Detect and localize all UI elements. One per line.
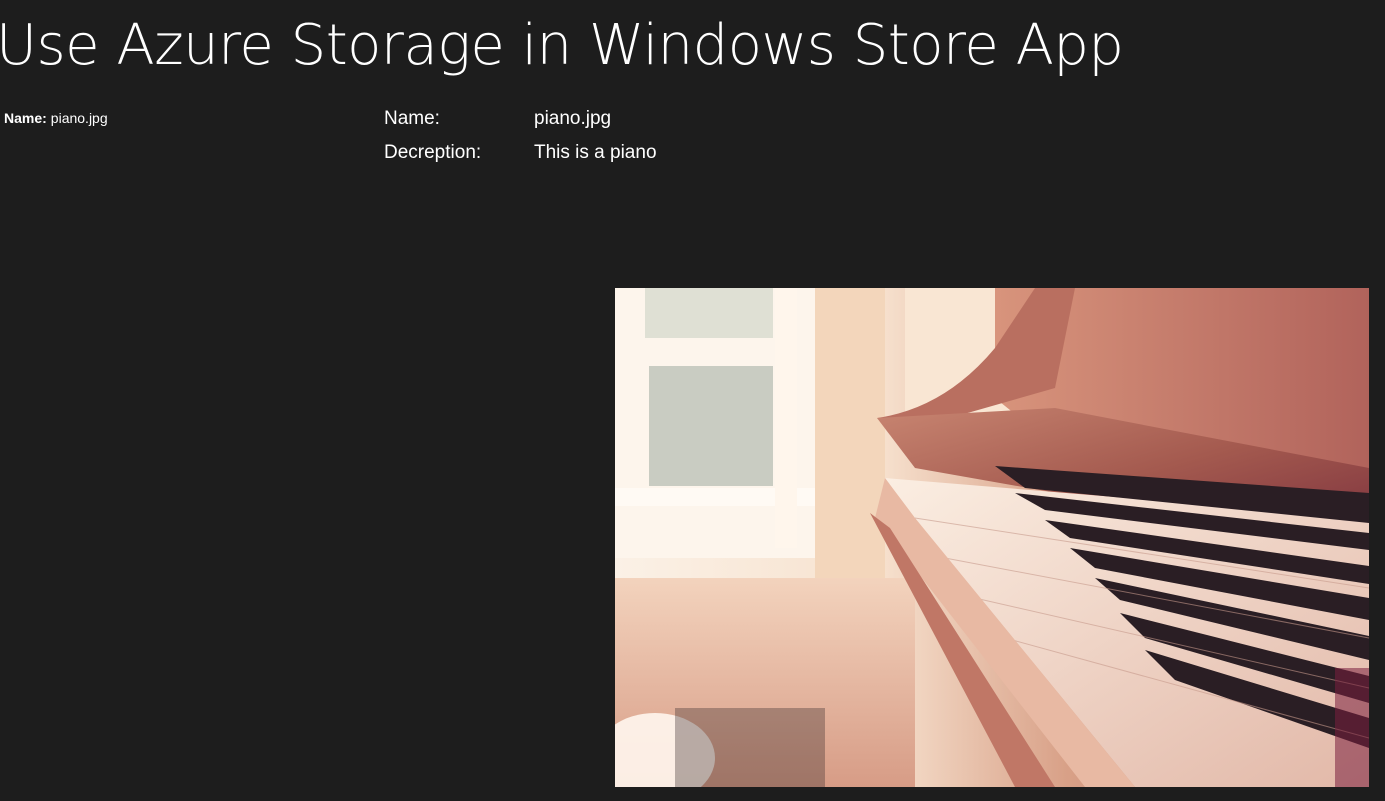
piano-image	[615, 288, 1369, 787]
blob-list: Name: piano.jpg	[0, 104, 360, 132]
name-label: Name:	[384, 108, 440, 129]
name-value: piano.jpg	[534, 108, 612, 129]
detail-row-description: Decreption: This is a piano	[384, 136, 657, 170]
details-panel: Name: piano.jpg Decreption: This is a pi…	[384, 102, 657, 170]
app-page: Use Azure Storage in Windows Store App N…	[0, 0, 1385, 801]
list-item[interactable]: Name: piano.jpg	[0, 104, 360, 132]
detail-row-name: Name: piano.jpg	[384, 102, 657, 136]
description-label: Decreption:	[384, 142, 482, 163]
description-value: This is a piano	[534, 142, 657, 163]
list-item-name-value: piano.jpg	[50, 110, 108, 126]
page-title: Use Azure Storage in Windows Store App	[0, 13, 1124, 78]
list-item-name-label: Name:	[4, 110, 47, 126]
